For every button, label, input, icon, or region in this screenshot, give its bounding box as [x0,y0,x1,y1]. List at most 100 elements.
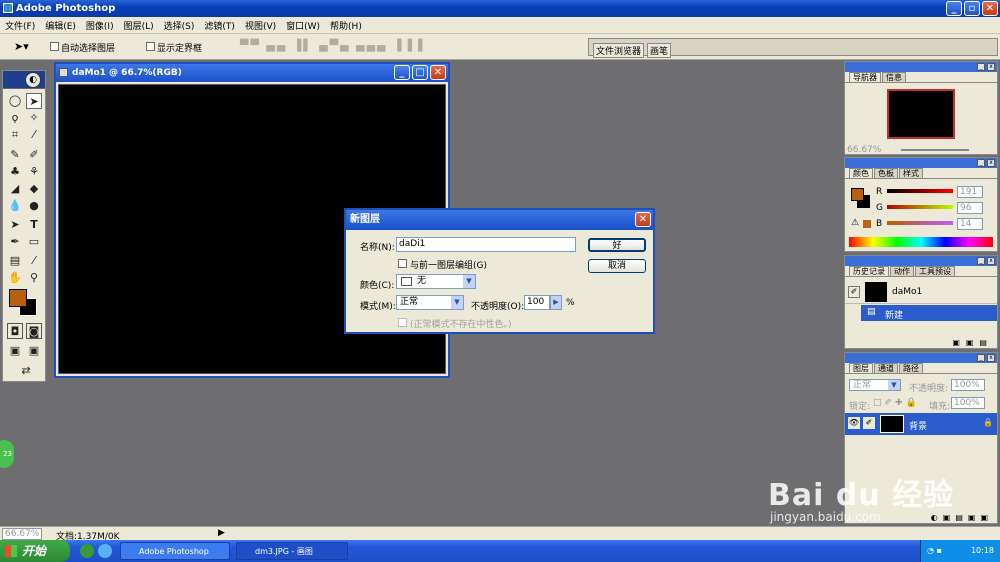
g-slider[interactable] [887,205,953,209]
blend-mode-select[interactable]: 正常 ▼ [849,379,901,391]
fill-input[interactable]: 100% [951,397,985,409]
stamp-icon[interactable]: ♣ [7,164,23,180]
r-slider[interactable] [887,189,953,193]
browser-icon[interactable] [98,544,112,558]
menu-window[interactable]: 窗口(W) [281,19,325,32]
panel-minimize-icon[interactable]: _ [977,159,985,167]
quickmask-icon[interactable]: ◘ [7,323,23,339]
tab-swatches[interactable]: 色板 [874,168,898,178]
tab-info[interactable]: 信息 [882,72,906,82]
doc-minimize-button[interactable]: _ [394,65,410,80]
tab-actions[interactable]: 动作 [890,266,914,276]
menu-filter[interactable]: 滤镜(T) [199,19,240,32]
restore-button[interactable]: ▫ [964,1,980,16]
imageready-icon[interactable]: ⇄ [13,363,39,379]
hand-icon[interactable]: ✋ [7,270,23,286]
move-icon[interactable]: ➤ [26,93,42,109]
color-select[interactable]: 无 ▼ [396,274,476,289]
g-value-input[interactable]: 96 [957,202,983,214]
panel-close-icon[interactable]: x [987,63,995,71]
type-icon[interactable]: T [26,217,42,233]
opacity-input[interactable]: 100 [524,295,550,310]
menu-layer[interactable]: 图层(L) [119,19,159,32]
tab-tool-presets[interactable]: 工具预设 [915,266,955,276]
zoom-slider[interactable] [901,149,969,151]
warning-icon[interactable]: ⚠ [851,218,859,228]
magic-wand-icon[interactable]: ✧ [26,110,42,126]
menu-view[interactable]: 视图(V) [240,19,281,32]
tab-styles[interactable]: 样式 [899,168,923,178]
lock-icons[interactable]: □✐✚🔒 [873,398,920,408]
layer-row-background[interactable]: 👁 ✐ 背景 🔒 [845,413,997,435]
healing-icon[interactable]: ✎ [7,147,23,163]
history-footer-icons[interactable]: ▣▣▤ [952,338,993,347]
color-fg-swatch[interactable] [851,188,864,201]
opacity-slider-button[interactable]: ▶ [550,295,562,310]
r-value-input[interactable]: 191 [957,186,983,198]
ok-button[interactable]: 好 [588,238,646,252]
history-snapshot-row[interactable]: ✐ daMo1 [845,280,997,304]
crop-icon[interactable]: ⌗ [7,127,23,143]
tab-paths[interactable]: 路径 [899,363,923,373]
panel-minimize-icon[interactable]: _ [977,257,985,265]
status-arrow-icon[interactable]: ▶ [218,528,225,538]
slice-icon[interactable]: ⁄ [26,127,42,143]
screen-mode-full-icon[interactable]: ▣ [26,343,42,359]
blur-icon[interactable]: 💧 [7,198,23,214]
tab-color[interactable]: 颜色 [849,168,873,178]
brush-icon[interactable]: ✐ [26,147,42,163]
panel-close-icon[interactable]: x [987,354,995,362]
panel-close-icon[interactable]: x [987,257,995,265]
history-step-row[interactable]: ▤ 新建 [861,305,997,321]
quickmask-on-icon[interactable]: ◙ [26,323,42,339]
zoom-icon[interactable]: ⚲ [26,270,42,286]
tab-file-browser[interactable]: 文件浏览器 [593,43,645,58]
dodge-icon[interactable]: ● [26,198,42,214]
navigator-thumbnail[interactable] [887,89,955,139]
foreground-color-swatch[interactable] [9,289,27,307]
start-button[interactable]: 开始 [0,540,70,562]
path-select-icon[interactable]: ➤ [7,217,23,233]
task-paint[interactable]: dm3.JPG - 画图 [236,542,348,560]
color-ramp[interactable] [849,237,993,247]
auto-select-checkbox[interactable] [50,42,59,51]
bucket-icon[interactable]: ◆ [26,181,42,197]
notes-icon[interactable]: ▤ [7,253,23,269]
task-photoshop[interactable]: Adobe Photoshop [120,542,230,560]
panel-minimize-icon[interactable]: _ [977,63,985,71]
show-desktop-icon[interactable] [80,544,94,558]
b-slider[interactable] [887,221,953,225]
tab-brushes[interactable]: 画笔 [647,43,672,58]
tab-history[interactable]: 历史记录 [849,266,889,276]
panel-minimize-icon[interactable]: _ [977,354,985,362]
tab-layers[interactable]: 图层 [849,363,873,373]
pen-icon[interactable]: ✒ [7,234,23,250]
tray-icons[interactable]: ◔ ▪ [927,540,942,562]
eye-icon[interactable]: 👁 [848,417,860,429]
show-bounds-checkbox[interactable] [146,42,155,51]
screen-mode-icon[interactable]: ▣ [7,343,23,359]
menu-select[interactable]: 选择(S) [159,19,200,32]
web-swatch[interactable] [863,220,871,228]
panel-close-icon[interactable]: x [987,159,995,167]
history-brush-icon[interactable]: ✐ [848,286,860,298]
close-button[interactable]: ✕ [982,1,998,16]
layer-opacity-input[interactable]: 100% [951,379,985,391]
group-checkbox[interactable] [398,259,407,268]
menu-edit[interactable]: 编辑(E) [40,19,81,32]
lasso-icon[interactable]: ϙ [7,110,23,126]
marquee-icon[interactable]: ◯ [7,93,23,109]
menu-file[interactable]: 文件(F) [0,19,40,32]
doc-close-button[interactable]: ✕ [430,65,446,80]
cancel-button[interactable]: 取消 [588,259,646,273]
layer-name-input[interactable]: daDi1 [396,237,576,252]
b-value-input[interactable]: 14 [957,218,983,230]
dialog-close-button[interactable]: ✕ [635,212,651,227]
tab-navigator[interactable]: 导航器 [849,72,881,82]
navigator-zoom[interactable]: 66.67% [847,145,881,155]
mode-select[interactable]: 正常 ▼ [396,295,464,310]
menu-image[interactable]: 图像(I) [81,19,119,32]
eraser-icon[interactable]: ◢ [7,181,23,197]
doc-maximize-button[interactable]: □ [412,65,428,80]
minimize-button[interactable]: _ [946,1,962,16]
